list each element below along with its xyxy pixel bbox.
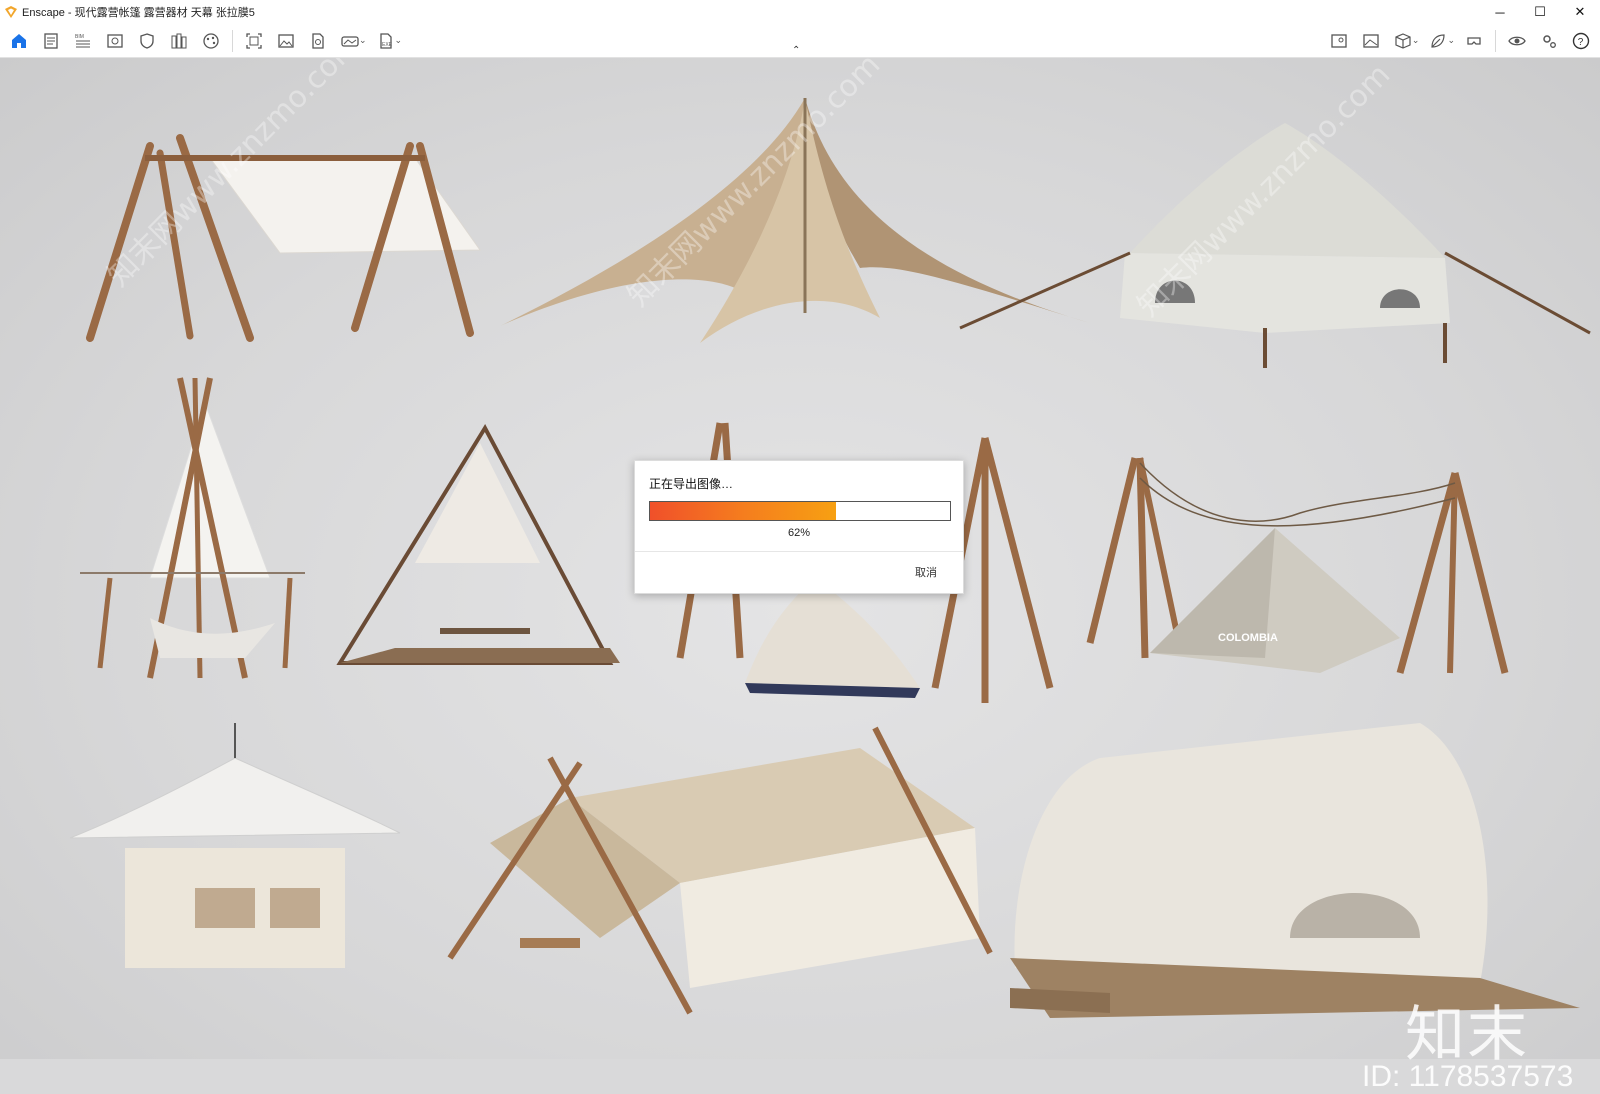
pyramid-tent-string-lights: COLOMBIA [1086,457,1509,674]
document-icon[interactable] [38,28,64,54]
toolbar-separator [1495,29,1496,52]
watermark-id: ID: 1178537573 [1362,1060,1574,1093]
cancel-button[interactable]: 取消 [909,563,943,581]
maximize-button[interactable]: ☐ [1520,0,1560,24]
bim-icon[interactable]: BIM [70,28,96,54]
pyramid-frame-tent [336,423,620,665]
chevron-down-icon[interactable]: ⌄ [359,35,367,46]
progress-fill [650,502,836,520]
enscape-logo-icon [5,6,17,18]
library-icon[interactable] [166,28,192,54]
svg-text:BIM: BIM [75,34,84,40]
title-bar: Enscape - 现代露营帐篷 露营器材 天幕 张拉膜5 ─ ☐ ✕ [0,0,1600,24]
window-title: Enscape - 现代露营帐篷 露营器材 天幕 张拉膜5 [22,7,255,19]
eye-icon[interactable] [1504,28,1530,54]
capture-icon[interactable] [241,28,267,54]
teepee-tent [80,377,305,679]
help-icon[interactable]: ? [1568,28,1594,54]
close-button[interactable]: ✕ [1560,0,1600,24]
toolbar-separator [232,29,233,52]
chevron-down-icon[interactable]: ⌄ [1447,35,1455,46]
file-export-icon[interactable] [305,28,331,54]
export-progress-dialog: 正在导出图像… 62% 取消 [634,460,964,594]
view-icon[interactable] [102,28,128,54]
image-icon[interactable] [273,28,299,54]
svg-text:EXE: EXE [382,42,393,48]
settings-icon[interactable] [1536,28,1562,54]
chevron-down-icon[interactable]: ⌄ [1412,35,1420,46]
carousel-tent [69,723,401,968]
palette-icon[interactable] [198,28,224,54]
brand-label: COLOMBIA [1218,632,1278,644]
chevron-down-icon[interactable]: ⌄ [395,35,403,46]
safari-tent [447,726,993,1015]
landscape-icon[interactable] [1358,28,1384,54]
progress-bar [649,501,951,521]
svg-text:?: ? [1578,37,1584,48]
arch-tent [1010,723,1580,1018]
home-icon[interactable] [6,28,32,54]
dialog-divider [635,551,963,552]
dialog-title: 正在导出图像… [649,477,734,491]
map-icon[interactable] [1326,28,1352,54]
shield-icon[interactable] [134,28,160,54]
progress-percent: 62% [787,527,811,539]
vr-icon[interactable] [1461,28,1487,54]
minimize-button[interactable]: ─ [1480,0,1520,24]
collapse-toolbar-button[interactable]: ⌃ [792,45,800,56]
